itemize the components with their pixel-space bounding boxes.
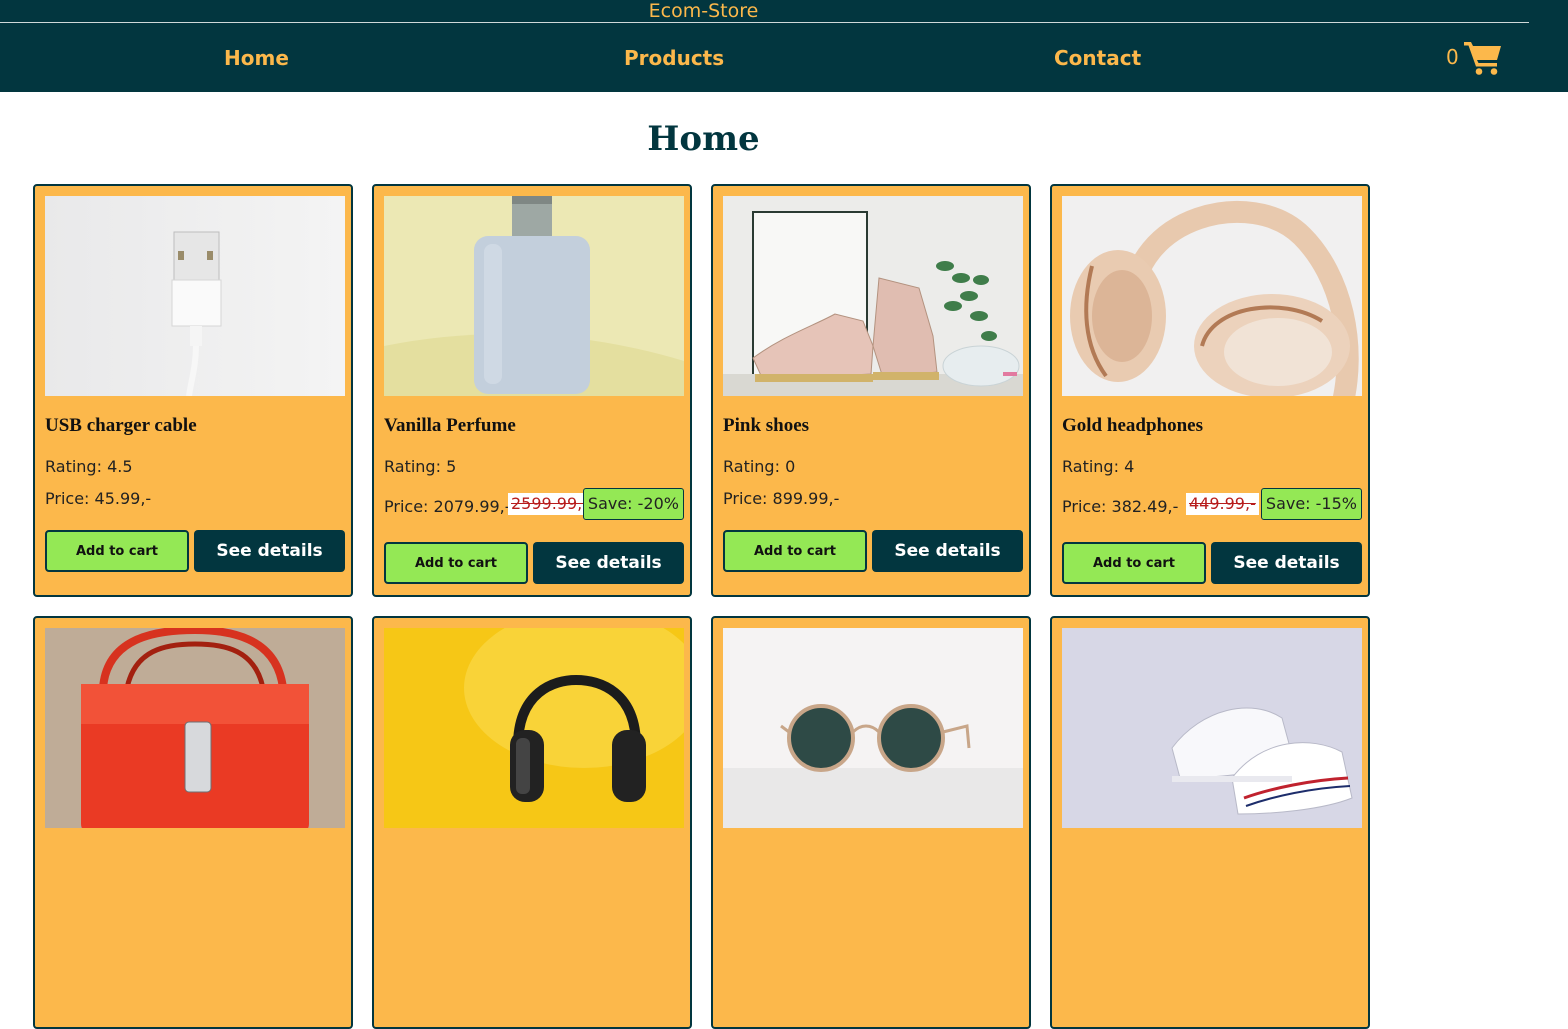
discount-badge: Save: -15% <box>1260 488 1362 520</box>
product-card: Vanilla Perfume Rating: 5 Price: 2079.99… <box>372 184 692 597</box>
add-to-cart-button[interactable]: Add to cart <box>45 530 189 572</box>
product-price: Price: 45.99,- <box>45 489 152 508</box>
product-image <box>384 196 684 396</box>
product-image <box>45 628 345 828</box>
original-price: 449.99,- <box>1186 493 1259 515</box>
cart-button[interactable]: 0 <box>1446 38 1503 76</box>
product-name: Pink shoes <box>723 415 810 436</box>
product-card <box>33 616 353 1029</box>
product-rating: Rating: 0 <box>723 457 796 476</box>
product-card: Pink shoes Rating: 0 Price: 899.99,- Add… <box>711 184 1031 597</box>
product-price: Price: 899.99,- <box>723 489 840 508</box>
product-card <box>1050 616 1370 1029</box>
product-card <box>711 616 1031 1029</box>
product-card <box>372 616 692 1029</box>
shopping-cart-icon <box>1463 42 1501 75</box>
product-image <box>723 196 1023 396</box>
see-details-button[interactable]: See details <box>1211 542 1362 584</box>
product-name: Vanilla Perfume <box>384 415 516 436</box>
nav-home[interactable]: Home <box>224 44 289 72</box>
product-image <box>1062 628 1362 828</box>
product-image <box>1062 196 1362 396</box>
price-row: Price: 45.99,- <box>45 488 345 522</box>
nav-products[interactable]: Products <box>624 44 724 72</box>
price-row: Price: 382.49,- 449.99,- Save: -15% <box>1062 488 1362 522</box>
add-to-cart-button[interactable]: Add to cart <box>1062 542 1206 584</box>
product-card: USB charger cable Rating: 4.5 Price: 45.… <box>33 184 353 597</box>
product-card: Gold headphones Rating: 4 Price: 382.49,… <box>1050 184 1370 597</box>
price-row: Price: 2079.99,- 2599.99,- Save: -20% <box>384 488 684 522</box>
product-name: Gold headphones <box>1062 415 1203 436</box>
cart-count: 0 <box>1446 45 1459 69</box>
see-details-button[interactable]: See details <box>194 530 345 572</box>
product-image <box>723 628 1023 828</box>
see-details-button[interactable]: See details <box>872 530 1023 572</box>
discount-badge: Save: -20% <box>582 488 684 520</box>
site-header: Ecom-Store Home Products Contact 0 <box>0 0 1568 92</box>
product-price: Price: 382.49,- <box>1062 497 1179 516</box>
product-rating: Rating: 5 <box>384 457 457 476</box>
price-row: Price: 899.99,- <box>723 488 1023 522</box>
see-details-button[interactable]: See details <box>533 542 684 584</box>
header-divider <box>0 22 1529 23</box>
page-title: Home <box>647 119 760 159</box>
product-price: Price: 2079.99,- <box>384 497 511 516</box>
product-rating: Rating: 4.5 <box>45 457 133 476</box>
product-rating: Rating: 4 <box>1062 457 1135 476</box>
original-price: 2599.99,- <box>508 493 592 515</box>
product-name: USB charger cable <box>45 415 197 436</box>
product-image <box>384 628 684 828</box>
product-image <box>45 196 345 396</box>
add-to-cart-button[interactable]: Add to cart <box>384 542 528 584</box>
add-to-cart-button[interactable]: Add to cart <box>723 530 867 572</box>
nav-contact[interactable]: Contact <box>1054 44 1141 72</box>
